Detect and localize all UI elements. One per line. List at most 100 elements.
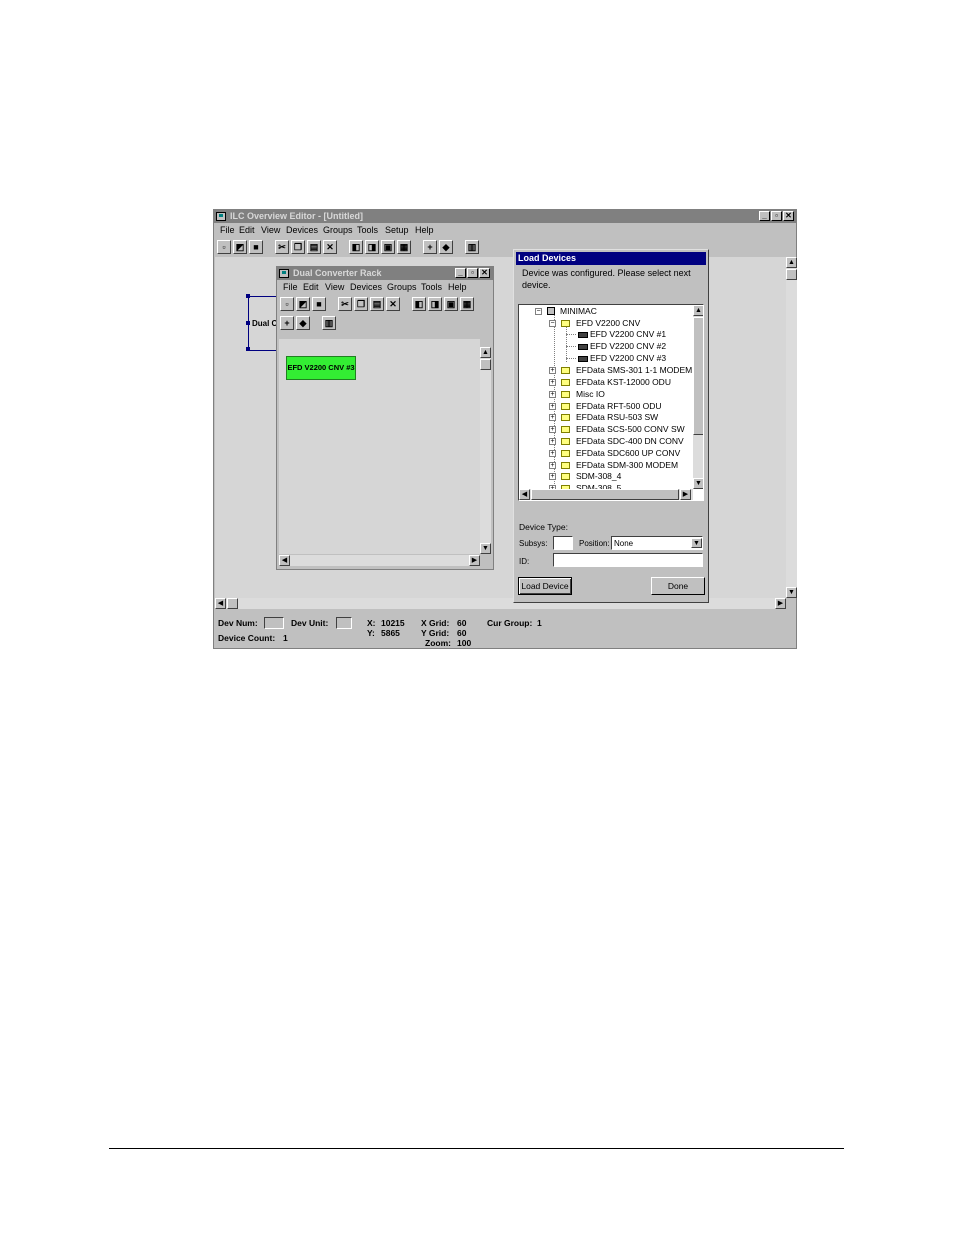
child-scroll-left-icon[interactable]: ◀ (279, 555, 290, 566)
menu-setup[interactable]: Setup (385, 224, 409, 236)
child-new-icon[interactable]: ▫ (280, 297, 294, 311)
child-scroll-up-icon[interactable]: ▲ (480, 347, 491, 358)
menu-groups[interactable]: Groups (323, 224, 353, 236)
tree-vertical-scrollbar[interactable]: ▲ ▼ (693, 305, 703, 489)
canvas-device-object[interactable]: Dual C (246, 294, 279, 351)
tree-vscroll-thumb[interactable] (693, 317, 703, 435)
child-vertical-scrollbar[interactable]: ▲ ▼ (480, 347, 491, 554)
child-load-device-icon[interactable]: ◆ (296, 316, 310, 330)
new-icon[interactable]: ▫ (217, 240, 231, 254)
group-icon[interactable]: ▣ (381, 240, 395, 254)
cut-icon[interactable]: ✂ (275, 240, 289, 254)
child-scroll-right-icon[interactable]: ▶ (469, 555, 480, 566)
minimize-icon[interactable]: _ (759, 211, 770, 221)
child-menu-file[interactable]: File (283, 281, 298, 293)
child-close-icon[interactable]: ✕ (479, 268, 490, 278)
subsys-input[interactable] (553, 536, 573, 550)
expand-icon[interactable]: + (549, 426, 556, 433)
tree-scroll-down-icon[interactable]: ▼ (693, 478, 703, 489)
bring-front-icon[interactable]: ◧ (349, 240, 363, 254)
child-maximize-icon[interactable]: ▫ (467, 268, 478, 278)
properties-icon[interactable]: ▥ (465, 240, 479, 254)
save-icon[interactable]: ■ (249, 240, 263, 254)
main-title-bar[interactable]: ILC Overview Editor - [Untitled] _ ▫ ✕ (214, 210, 796, 223)
device-box[interactable]: EFD V2200 CNV #3 (286, 356, 356, 380)
scroll-down-icon[interactable]: ▼ (786, 587, 797, 598)
tree-scroll-right-icon[interactable]: ▶ (680, 489, 691, 500)
child-minimize-icon[interactable]: _ (455, 268, 466, 278)
main-hscroll-thumb[interactable] (227, 598, 238, 609)
child-menu-devices[interactable]: Devices (350, 281, 382, 293)
send-back-icon[interactable]: ◨ (365, 240, 379, 254)
close-icon[interactable]: ✕ (783, 211, 794, 221)
collapse-icon[interactable]: − (549, 320, 556, 327)
child-menu-groups[interactable]: Groups (387, 281, 417, 293)
child-ungroup-icon[interactable]: ▦ (460, 297, 474, 311)
tree-hscroll-thumb[interactable] (531, 489, 679, 500)
child-menu-help[interactable]: Help (448, 281, 467, 293)
position-select[interactable]: None ▼ (611, 536, 703, 550)
menu-edit[interactable]: Edit (239, 224, 255, 236)
expand-icon[interactable]: + (549, 403, 556, 410)
selection-handle[interactable] (246, 347, 250, 351)
child-paste-icon[interactable]: ▤ (370, 297, 384, 311)
child-scroll-down-icon[interactable]: ▼ (480, 543, 491, 554)
expand-icon[interactable]: + (549, 379, 556, 386)
expand-icon[interactable]: + (549, 473, 556, 480)
copy-icon[interactable]: ❐ (291, 240, 305, 254)
child-save-icon[interactable]: ■ (312, 297, 326, 311)
tree-folder-label: EFD V2200 CNV (576, 318, 641, 328)
menu-tools[interactable]: Tools (357, 224, 378, 236)
child-cut-icon[interactable]: ✂ (338, 297, 352, 311)
tree-scroll-up-icon[interactable]: ▲ (693, 305, 703, 316)
tree-scroll-left-icon[interactable]: ◀ (519, 489, 530, 500)
child-menu-edit[interactable]: Edit (303, 281, 319, 293)
child-menu-tools[interactable]: Tools (421, 281, 442, 293)
menu-file[interactable]: File (220, 224, 235, 236)
load-device-button[interactable]: Load Device (518, 577, 572, 595)
main-vscroll-thumb[interactable] (786, 269, 797, 280)
menu-devices[interactable]: Devices (286, 224, 318, 236)
child-delete-icon[interactable]: ✕ (386, 297, 400, 311)
expand-icon[interactable]: + (549, 450, 556, 457)
chevron-down-icon[interactable]: ▼ (691, 538, 702, 548)
child-front-icon[interactable]: ◧ (412, 297, 426, 311)
expand-icon[interactable]: + (549, 367, 556, 374)
computer-icon (547, 307, 555, 315)
collapse-icon[interactable]: − (535, 308, 542, 315)
expand-icon[interactable]: + (549, 438, 556, 445)
paste-icon[interactable]: ▤ (307, 240, 321, 254)
child-properties-icon[interactable]: ▥ (322, 316, 336, 330)
scroll-right-icon[interactable]: ▶ (775, 598, 786, 609)
child-copy-icon[interactable]: ❐ (354, 297, 368, 311)
device-tree[interactable]: − MINIMAC − EFD V2200 CNV EFD V2200 CNV … (518, 304, 704, 501)
crosshair-icon[interactable]: + (423, 240, 437, 254)
delete-icon[interactable]: ✕ (323, 240, 337, 254)
selection-handle[interactable] (246, 294, 250, 298)
child-vscroll-thumb[interactable] (480, 359, 491, 370)
selection-handle[interactable] (246, 321, 250, 325)
restore-icon[interactable]: ▫ (771, 211, 782, 221)
scroll-up-icon[interactable]: ▲ (786, 257, 797, 268)
child-canvas[interactable]: EFD V2200 CNV #3 (279, 339, 480, 554)
child-back-icon[interactable]: ◨ (428, 297, 442, 311)
child-crosshair-icon[interactable]: + (280, 316, 294, 330)
main-vertical-scrollbar[interactable]: ▲ ▼ (786, 257, 797, 598)
expand-icon[interactable]: + (549, 391, 556, 398)
child-group-icon[interactable]: ▣ (444, 297, 458, 311)
ungroup-icon[interactable]: ▦ (397, 240, 411, 254)
menu-view[interactable]: View (261, 224, 280, 236)
child-menu-view[interactable]: View (325, 281, 344, 293)
scroll-left-icon[interactable]: ◀ (215, 598, 226, 609)
menu-help[interactable]: Help (415, 224, 434, 236)
tree-horizontal-scrollbar[interactable]: ◀ ▶ (519, 489, 693, 500)
child-horizontal-scrollbar[interactable]: ◀ ▶ (279, 555, 480, 566)
child-open-icon[interactable]: ◩ (296, 297, 310, 311)
open-icon[interactable]: ◩ (233, 240, 247, 254)
done-button[interactable]: Done (651, 577, 705, 595)
id-input[interactable] (553, 553, 703, 567)
expand-icon[interactable]: + (549, 414, 556, 421)
load-device-icon[interactable]: ◆ (439, 240, 453, 254)
expand-icon[interactable]: + (549, 462, 556, 469)
child-title-bar[interactable]: Dual Converter Rack _ ▫ ✕ (277, 267, 493, 280)
